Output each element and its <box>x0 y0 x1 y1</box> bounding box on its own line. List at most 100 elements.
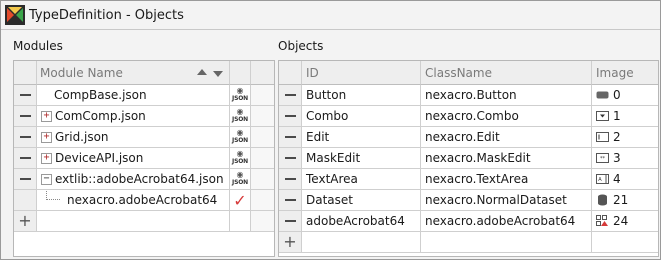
modules-label: Modules <box>13 39 63 53</box>
row-handle[interactable] <box>279 190 302 211</box>
minus-icon <box>284 178 296 180</box>
object-row[interactable]: Dataset nexacro.NormalDataset 21 <box>279 190 658 211</box>
module-row[interactable]: + DeviceAPI.json ◉ JSON <box>14 148 274 169</box>
collapse-icon[interactable]: − <box>41 173 52 185</box>
module-name-cell[interactable]: − extlib::adobeAcrobat64.json <box>37 169 230 190</box>
module-row[interactable]: − extlib::adobeAcrobat64.json ◉ JSON <box>14 169 274 190</box>
object-image-cell[interactable]: ** 3 <box>592 148 658 169</box>
module-name: DeviceAPI.json <box>55 151 144 165</box>
modules-grid: Module Name CompBase.json ◉ JSON + ComCom <box>13 60 275 257</box>
minus-icon <box>284 136 296 138</box>
expand-icon[interactable]: + <box>41 110 52 122</box>
object-classname: nexacro.Button <box>425 88 517 102</box>
add-object-button[interactable]: + <box>279 232 302 253</box>
row-handle[interactable] <box>14 106 37 127</box>
module-row[interactable]: + Grid.json ◉ JSON <box>14 127 274 148</box>
object-row[interactable]: TextArea nexacro.TextArea A 4 <box>279 169 658 190</box>
minus-icon <box>19 157 31 159</box>
row-handle[interactable] <box>14 85 37 106</box>
dataset-icon <box>598 194 607 206</box>
object-row[interactable]: Edit nexacro.Edit 2 <box>279 127 658 148</box>
module-name-cell[interactable]: nexacro.adobeAcrobat64 <box>37 190 230 211</box>
add-module-button[interactable]: + <box>14 211 37 232</box>
object-id-cell[interactable]: Edit <box>302 127 421 148</box>
row-handle[interactable] <box>279 148 302 169</box>
row-handle[interactable] <box>279 169 302 190</box>
module-name-cell[interactable]: + Grid.json <box>37 127 230 148</box>
object-image-cell[interactable]: 0 <box>592 85 658 106</box>
object-row[interactable]: Button nexacro.Button 0 <box>279 85 658 106</box>
row-handle[interactable] <box>14 148 37 169</box>
object-id-cell[interactable]: Button <box>302 85 421 106</box>
expand-icon[interactable]: + <box>41 152 52 164</box>
minus-icon <box>284 115 296 117</box>
object-classname-cell[interactable]: nexacro.NormalDataset <box>421 190 592 211</box>
sort-up-icon[interactable] <box>197 68 207 75</box>
object-classname: nexacro.TextArea <box>425 172 529 186</box>
row-handle[interactable] <box>14 169 37 190</box>
module-name-header[interactable]: Module Name <box>37 61 230 85</box>
object-classname-cell[interactable]: nexacro.MaskEdit <box>421 148 592 169</box>
json-file-icon: ◉ JSON <box>232 170 248 186</box>
object-image-cell[interactable]: 21 <box>592 190 658 211</box>
module-add-row[interactable]: + <box>14 211 274 232</box>
object-id: Button <box>306 88 347 102</box>
object-image-cell[interactable]: A 4 <box>592 169 658 190</box>
module-name: CompBase.json <box>54 88 147 102</box>
module-name-cell[interactable]: + ComComp.json <box>37 106 230 127</box>
object-classname-cell[interactable]: nexacro.Button <box>421 85 592 106</box>
image-header[interactable]: Image <box>592 61 658 85</box>
object-row[interactable]: adobeAcrobat64 nexacro.adobeAcrobat64 24 <box>279 211 658 232</box>
row-handle[interactable] <box>279 106 302 127</box>
object-id: MaskEdit <box>306 151 361 165</box>
json-file-icon: ◉ JSON <box>232 86 248 102</box>
object-id-cell[interactable]: adobeAcrobat64 <box>302 211 421 232</box>
object-classname-cell[interactable]: nexacro.Edit <box>421 127 592 148</box>
row-handle[interactable] <box>279 211 302 232</box>
object-id: TextArea <box>306 172 358 186</box>
module-name-cell[interactable]: CompBase.json <box>37 85 230 106</box>
window-title: TypeDefinition - Objects <box>29 7 184 23</box>
module-name: Grid.json <box>55 130 109 144</box>
object-image-index: 2 <box>613 130 621 144</box>
object-classname: nexacro.adobeAcrobat64 <box>425 214 576 228</box>
row-handle[interactable] <box>279 85 302 106</box>
object-image-cell[interactable]: 1 <box>592 106 658 127</box>
expand-icon[interactable]: + <box>41 131 52 143</box>
minus-icon <box>284 94 296 96</box>
module-row[interactable]: CompBase.json ◉ JSON <box>14 85 274 106</box>
object-id-cell[interactable]: TextArea <box>302 169 421 190</box>
object-classname-cell[interactable]: nexacro.adobeAcrobat64 <box>421 211 592 232</box>
object-classname-cell[interactable]: nexacro.Combo <box>421 106 592 127</box>
object-id-cell[interactable]: Dataset <box>302 190 421 211</box>
module-name: extlib::adobeAcrobat64.json <box>55 172 224 186</box>
object-id-cell[interactable]: Combo <box>302 106 421 127</box>
object-image-cell[interactable]: 24 <box>592 211 658 232</box>
module-row[interactable]: + ComComp.json ◉ JSON <box>14 106 274 127</box>
module-row-selected[interactable]: nexacro.adobeAcrobat64 ✓ <box>14 190 274 211</box>
json-badge: ◉ JSON <box>230 148 251 169</box>
edit-icon <box>596 132 609 142</box>
object-id: Edit <box>306 130 330 144</box>
object-classname-cell[interactable]: nexacro.TextArea <box>421 169 592 190</box>
object-row[interactable]: Combo nexacro.Combo 1 <box>279 106 658 127</box>
object-image-cell[interactable]: 2 <box>592 127 658 148</box>
object-classname: nexacro.MaskEdit <box>425 151 531 165</box>
object-classname: nexacro.Edit <box>425 130 500 144</box>
object-id-cell[interactable]: MaskEdit <box>302 148 421 169</box>
object-row[interactable]: MaskEdit nexacro.MaskEdit ** 3 <box>279 148 658 169</box>
json-file-icon: ◉ JSON <box>232 107 248 123</box>
svg-text:**: ** <box>600 156 606 162</box>
sort-down-icon[interactable] <box>213 70 223 77</box>
row-handle[interactable] <box>279 127 302 148</box>
id-header[interactable]: ID <box>302 61 421 85</box>
minus-icon <box>284 199 296 201</box>
plus-icon: + <box>283 232 297 251</box>
row-handle[interactable] <box>14 127 37 148</box>
object-add-row[interactable]: + <box>279 232 658 253</box>
minus-icon <box>19 115 31 117</box>
module-name: nexacro.adobeAcrobat64 <box>67 193 218 207</box>
row-handle[interactable] <box>14 190 37 211</box>
classname-header[interactable]: ClassName <box>421 61 592 85</box>
module-name-cell[interactable]: + DeviceAPI.json <box>37 148 230 169</box>
